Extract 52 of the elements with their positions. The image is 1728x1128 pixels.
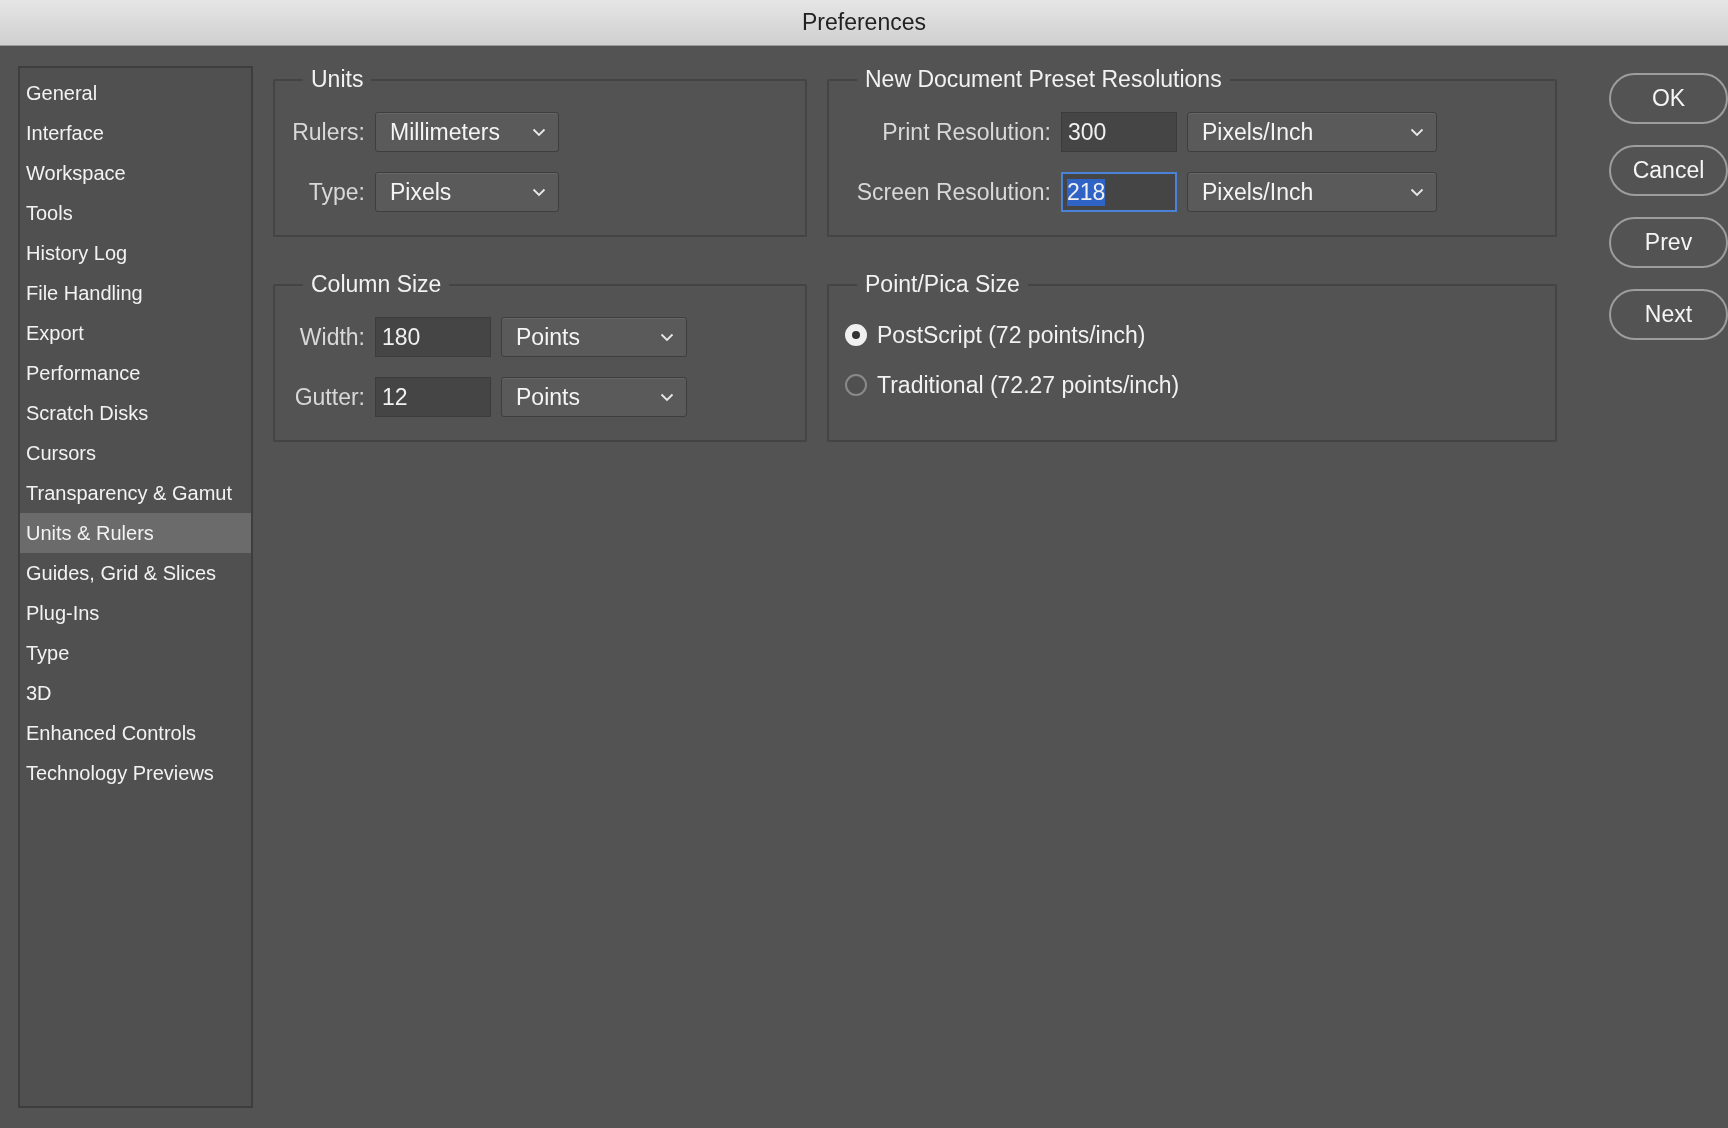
chevron-down-icon [660, 332, 674, 342]
dialog-button[interactable]: Prev [1609, 217, 1728, 268]
sidebar-item[interactable]: History Log [20, 233, 251, 273]
field-label: Screen Resolution: [855, 178, 1051, 206]
sidebar-item[interactable]: Interface [20, 113, 251, 153]
dropdown[interactable]: Points [501, 317, 687, 357]
sidebar-item[interactable]: Cursors [20, 433, 251, 473]
sidebar-item[interactable]: Scratch Disks [20, 393, 251, 433]
sidebar-item[interactable]: Workspace [20, 153, 251, 193]
dialog-button[interactable]: Cancel [1609, 145, 1728, 196]
field-label: Gutter: [293, 383, 365, 411]
window-title: Preferences [802, 9, 926, 36]
dialog-button[interactable]: OK [1609, 73, 1728, 124]
field-label: Print Resolution: [881, 118, 1051, 146]
chevron-down-icon [532, 127, 546, 137]
sidebar-item[interactable]: Performance [20, 353, 251, 393]
sidebar-item[interactable]: Type [20, 633, 251, 673]
group-title: Column Size [310, 271, 443, 298]
sidebar-item[interactable]: Units & Rulers [20, 513, 251, 553]
sidebar-item[interactable]: Enhanced Controls [20, 713, 251, 753]
sidebar-item[interactable]: File Handling [20, 273, 251, 313]
dropdown[interactable]: Points [501, 377, 687, 417]
dropdown[interactable]: Pixels/Inch [1187, 172, 1437, 212]
field-label: Width: [298, 323, 365, 351]
dropdown[interactable]: Pixels [375, 172, 559, 212]
field-label: Type: [307, 178, 365, 206]
dropdown[interactable]: Pixels/Inch [1187, 112, 1437, 152]
sidebar-item[interactable]: Technology Previews [20, 753, 251, 793]
sidebar-item[interactable]: General [20, 73, 251, 113]
chevron-down-icon [1410, 127, 1424, 137]
sidebar-item[interactable]: 3D [20, 673, 251, 713]
input-field[interactable]: 12 [375, 377, 491, 417]
input-field[interactable]: 180 [375, 317, 491, 357]
sidebar-item[interactable]: Plug-Ins [20, 593, 251, 633]
radio-button[interactable] [845, 374, 867, 396]
group-title: New Document Preset Resolutions [864, 66, 1223, 93]
group-title: Point/Pica Size [864, 271, 1021, 298]
sidebar-item[interactable]: Export [20, 313, 251, 353]
dropdown[interactable]: Millimeters [375, 112, 559, 152]
sidebar-item[interactable]: Transparency & Gamut [20, 473, 251, 513]
radio-label[interactable]: Traditional (72.27 points/inch) [877, 371, 1180, 399]
chevron-down-icon [532, 187, 546, 197]
input-field[interactable]: 218 [1061, 172, 1177, 212]
chevron-down-icon [1410, 187, 1424, 197]
radio-label[interactable]: PostScript (72 points/inch) [877, 321, 1146, 349]
group-title: Units [310, 66, 365, 93]
chevron-down-icon [660, 392, 674, 402]
field-label: Rulers: [291, 118, 365, 146]
sidebar-item[interactable]: Guides, Grid & Slices [20, 553, 251, 593]
dialog-button[interactable]: Next [1609, 289, 1728, 340]
input-field[interactable]: 300 [1061, 112, 1177, 152]
sidebar-item[interactable]: Tools [20, 193, 251, 233]
